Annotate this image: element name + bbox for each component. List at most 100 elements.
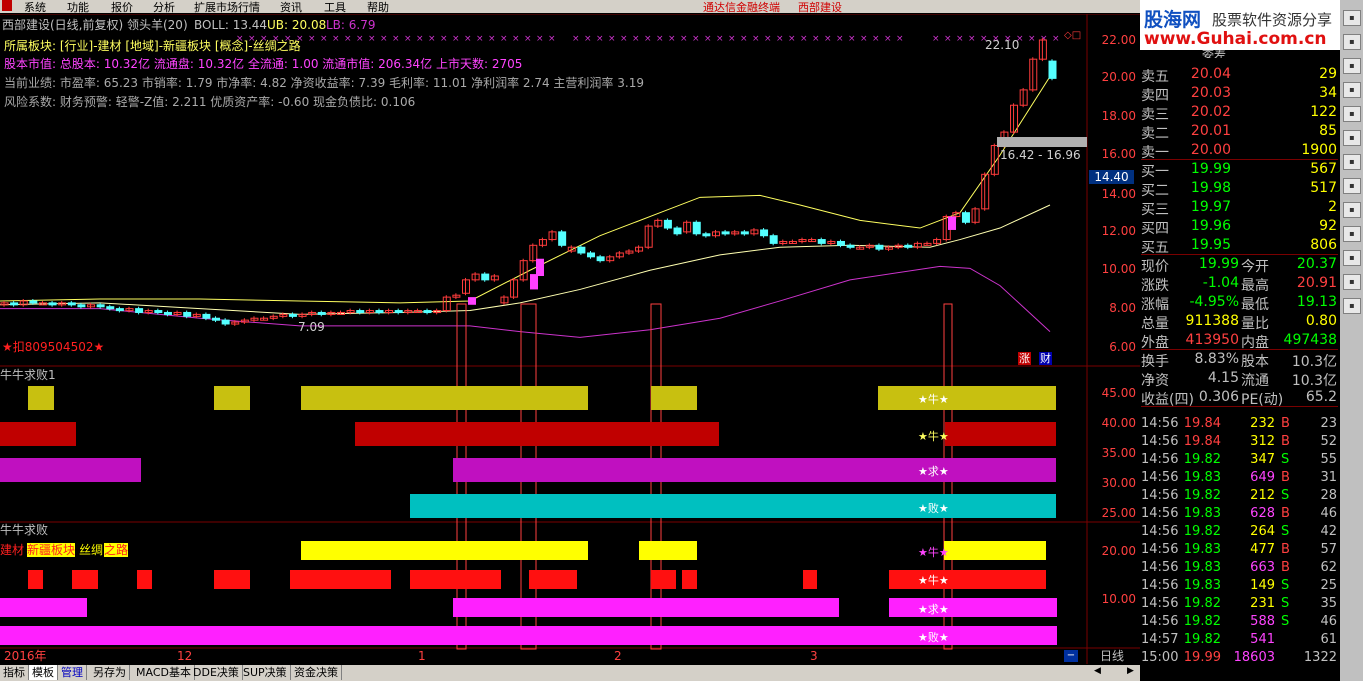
- tick-count: 55: [1320, 452, 1337, 467]
- scroll-left-button[interactable]: ◀: [1094, 666, 1101, 676]
- pen-icon[interactable]: ▪: [1343, 274, 1361, 290]
- ask-price: 20.01: [1190, 123, 1231, 139]
- top-marker: ×: [596, 34, 604, 44]
- zoom-button[interactable]: −: [1064, 650, 1078, 662]
- list-icon[interactable]: ▪: [1343, 58, 1361, 74]
- candle-icon[interactable]: ▪: [1343, 130, 1361, 146]
- candle-body: [212, 317, 221, 321]
- top-marker: ×: [1028, 34, 1036, 44]
- panel1-bar: [0, 422, 76, 446]
- top-marker: ×: [440, 34, 448, 44]
- menu-item-tools[interactable]: 工具: [324, 0, 346, 15]
- bid-price: 19.96: [1190, 218, 1231, 234]
- tick-row: 14:56 19.83 649 B 31: [1141, 470, 1338, 488]
- panel1-bar: [410, 494, 1056, 518]
- tab-fund[interactable]: 资金决策: [291, 665, 342, 680]
- stat-row: 涨跌 -1.04 最高 20.91: [1141, 275, 1338, 294]
- tab-manage[interactable]: 管理: [58, 665, 87, 680]
- stat-value: 19.99: [1198, 256, 1239, 272]
- stat-value: 413950: [1185, 332, 1239, 348]
- menu-item-analysis[interactable]: 分析: [153, 0, 175, 15]
- candle-body: [904, 244, 913, 248]
- menu-item-function[interactable]: 功能: [67, 0, 89, 15]
- tab-sup[interactable]: SUP决策: [240, 665, 291, 680]
- info-icon[interactable]: ▪: [1343, 82, 1361, 98]
- chart-canvas: × × × × × × × × × × × × × × × × × × × × × × × × × × × × × × × × × × × × × × × ×…: [0, 14, 1140, 664]
- top-marker: ×: [620, 34, 628, 44]
- menu-item-help[interactable]: 帮助: [367, 0, 389, 15]
- tick-count: 46: [1320, 506, 1337, 521]
- logo-url: www.Guhai.com.cn: [1144, 29, 1327, 49]
- candle-body: [135, 308, 144, 313]
- top-marker: ×: [860, 34, 868, 44]
- main-chart[interactable]: × × × × × × × × × × × × × × × × × × × × × × × × × × × × × × × × × × × × × × × ×…: [0, 14, 1140, 664]
- candle-body: [317, 311, 326, 315]
- candle-body: [596, 256, 605, 262]
- performance-info: 当前业绩: 市盈率: 65.23 市销率: 1.79 市净率: 4.82 净资收…: [4, 76, 644, 90]
- ask-volume: 34: [1319, 85, 1337, 101]
- panel1-y-tick: 35.00: [1101, 446, 1136, 460]
- panel2-y-tick: 20.00: [1101, 544, 1136, 558]
- stat-value: 20.37: [1296, 256, 1337, 272]
- top-marker: ×: [404, 34, 412, 44]
- candle-body: [29, 300, 38, 304]
- panel1-bar: [355, 422, 719, 446]
- stat-value: 10.3亿: [1291, 373, 1337, 389]
- top-marker: ×: [536, 34, 544, 44]
- grid-icon[interactable]: ▪: [1343, 34, 1361, 50]
- move-icon[interactable]: ▪: [1343, 250, 1361, 266]
- tab-indicator[interactable]: 指标: [0, 665, 29, 680]
- panel2-tag: 之路: [104, 543, 129, 557]
- candle-body: [760, 229, 769, 237]
- panel1-bar: [878, 386, 1056, 410]
- top-marker: ×: [320, 34, 328, 44]
- ask-volume: 85: [1319, 123, 1337, 139]
- stat-value: 0.306: [1198, 389, 1239, 405]
- candle-body: [423, 310, 432, 314]
- menu-item-market[interactable]: 扩展市场行情: [194, 0, 260, 15]
- scroll-right-button[interactable]: ▶: [1127, 666, 1134, 676]
- rsi-icon[interactable]: ▪: [1343, 202, 1361, 218]
- tick-row: 14:56 19.84 232 B 23: [1141, 416, 1338, 434]
- top-marker: ×: [368, 34, 376, 44]
- chart-icon[interactable]: ▪: [1343, 10, 1361, 26]
- top-marker: ×: [416, 34, 424, 44]
- tick-count: 31: [1320, 470, 1337, 485]
- panel2-bar: [453, 598, 839, 617]
- tab-dde[interactable]: DDE决策: [190, 665, 243, 680]
- zoom-icon[interactable]: ▪: [1343, 298, 1361, 314]
- stock-name: 西部建设: [798, 1, 842, 14]
- f10-icon[interactable]: ▪: [1343, 154, 1361, 170]
- candle-body: [221, 319, 230, 325]
- rise-tag[interactable]: 涨: [1018, 352, 1031, 365]
- y-tick: 12.00: [1101, 224, 1136, 238]
- f9-icon[interactable]: ▪: [1343, 178, 1361, 194]
- panel2-bar: [137, 570, 152, 589]
- app-icon[interactable]: [2, 0, 12, 11]
- tab-macd[interactable]: MACD基本: [133, 665, 195, 680]
- ask-row: 卖二 20.01 85: [1141, 123, 1338, 142]
- bid-row: 买一 19.99 567: [1141, 161, 1338, 180]
- panel2-bar: [889, 570, 1046, 589]
- candle-body: [1019, 89, 1028, 106]
- y-tick: 20.00: [1101, 70, 1136, 84]
- panel2-bar: [889, 598, 1057, 617]
- tab-save-as[interactable]: 另存为: [90, 665, 130, 680]
- finance-tag[interactable]: 财: [1039, 352, 1052, 365]
- ask-volume: 122: [1310, 104, 1337, 120]
- menu-item-news[interactable]: 资讯: [280, 0, 302, 15]
- period-label[interactable]: 日线: [1100, 649, 1124, 663]
- panel2-label-qiu: ★求★: [918, 603, 949, 616]
- window-buttons[interactable]: ◇□: [1064, 30, 1081, 41]
- capital-info: 股本市值: 总股本: 10.32亿 流通盘: 10.32亿 全流通: 1.00 …: [4, 57, 523, 71]
- arrow-icon[interactable]: ▪: [1343, 226, 1361, 242]
- panel2-tag: 丝绸: [79, 543, 104, 557]
- menu-item-system[interactable]: 系统: [24, 0, 46, 15]
- panel1-bar: [453, 458, 1056, 482]
- tab-template[interactable]: 模板: [29, 665, 58, 680]
- bar-icon[interactable]: ▪: [1343, 106, 1361, 122]
- top-marker: ×: [356, 34, 364, 44]
- panel2-bar: [410, 570, 501, 589]
- menu-item-quote[interactable]: 报价: [111, 0, 133, 15]
- candle-body: [375, 310, 384, 314]
